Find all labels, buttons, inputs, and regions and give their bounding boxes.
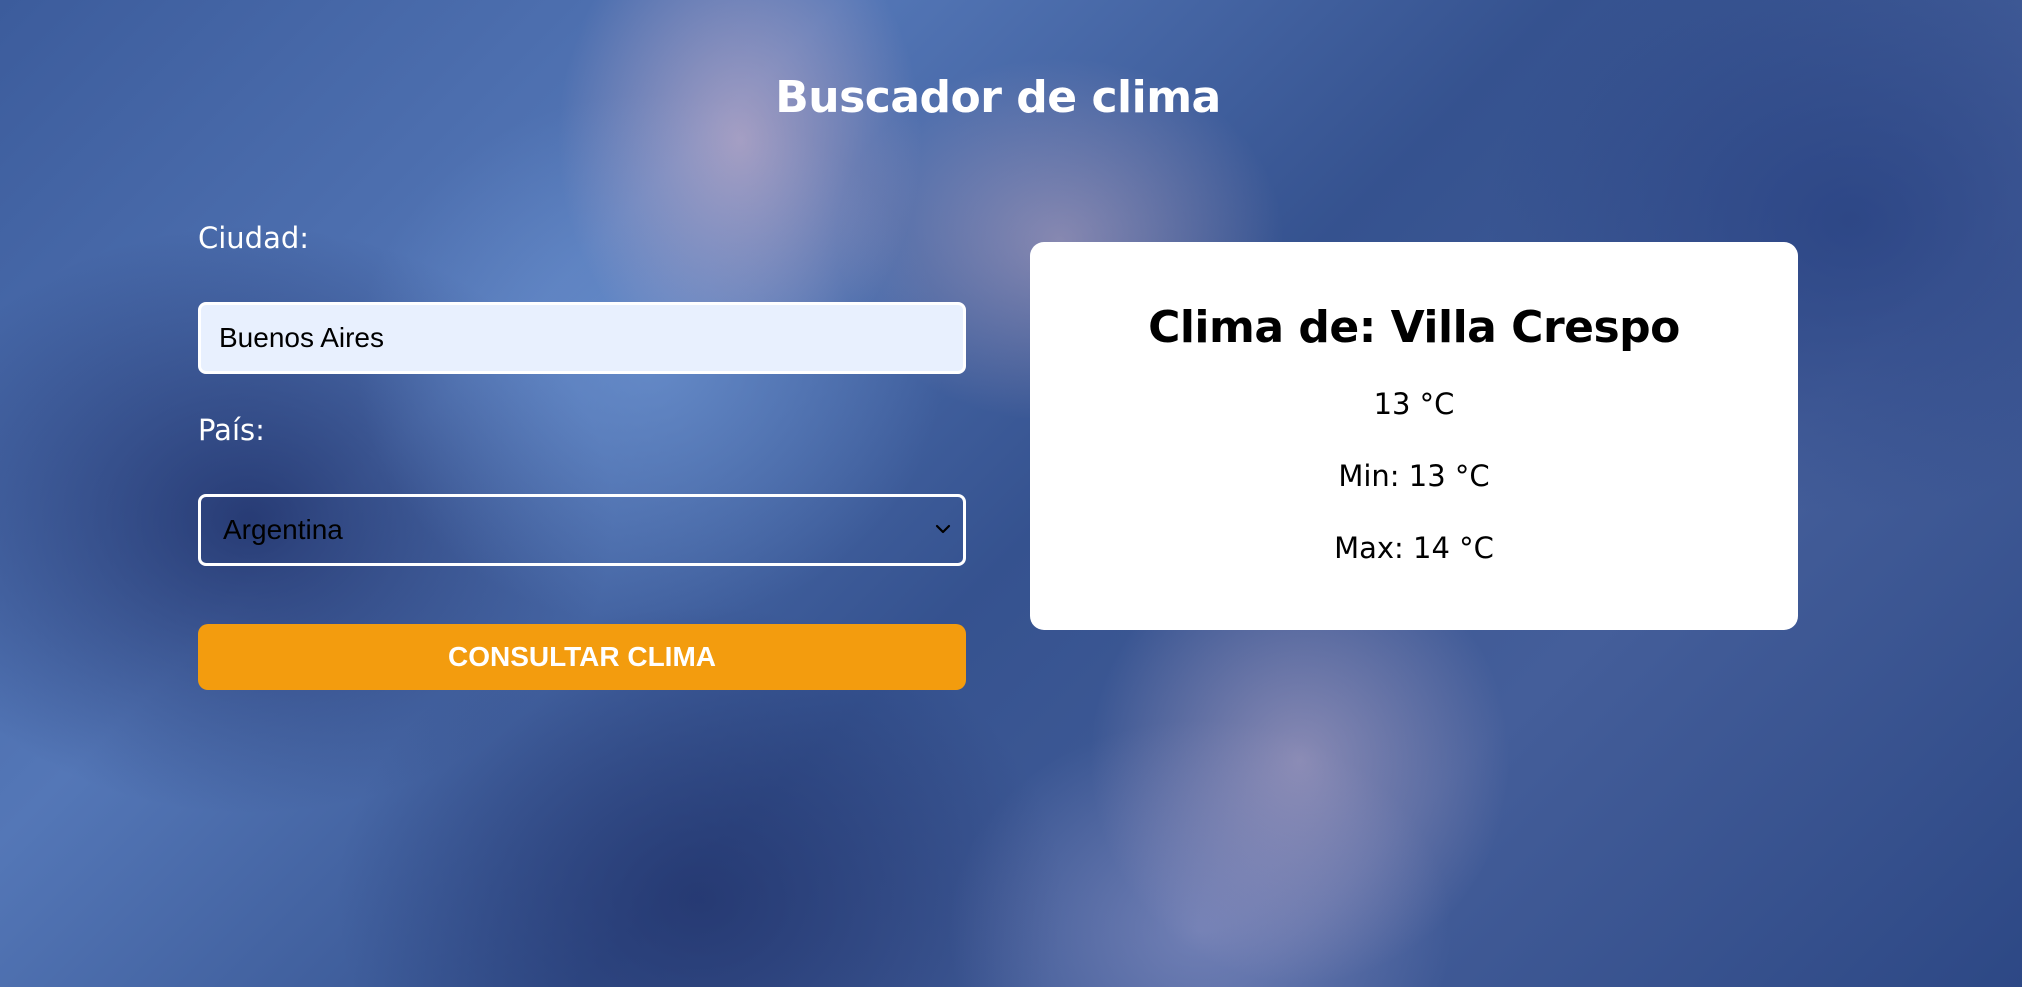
weather-search-form: Ciudad: Buenos Aires País: Argentina CON… bbox=[198, 214, 966, 690]
consult-weather-button[interactable]: CONSULTAR CLIMA bbox=[198, 624, 966, 690]
city-input[interactable]: Buenos Aires bbox=[198, 302, 966, 374]
result-title: Clima de: Villa Crespo bbox=[1148, 302, 1680, 353]
weather-result-card: Clima de: Villa Crespo 13 °C Min: 13 °C … bbox=[1030, 242, 1798, 630]
max-temperature: Max: 14 °C bbox=[1334, 531, 1494, 565]
city-label: Ciudad: bbox=[198, 221, 310, 255]
country-select-value: Argentina bbox=[223, 514, 343, 545]
min-temperature: Min: 13 °C bbox=[1338, 459, 1490, 493]
country-label: País: bbox=[198, 413, 265, 447]
chevron-down-icon bbox=[935, 524, 951, 534]
current-temperature: 13 °C bbox=[1373, 387, 1455, 421]
country-select[interactable]: Argentina bbox=[198, 494, 966, 566]
page-title: Buscador de clima bbox=[775, 72, 1221, 123]
